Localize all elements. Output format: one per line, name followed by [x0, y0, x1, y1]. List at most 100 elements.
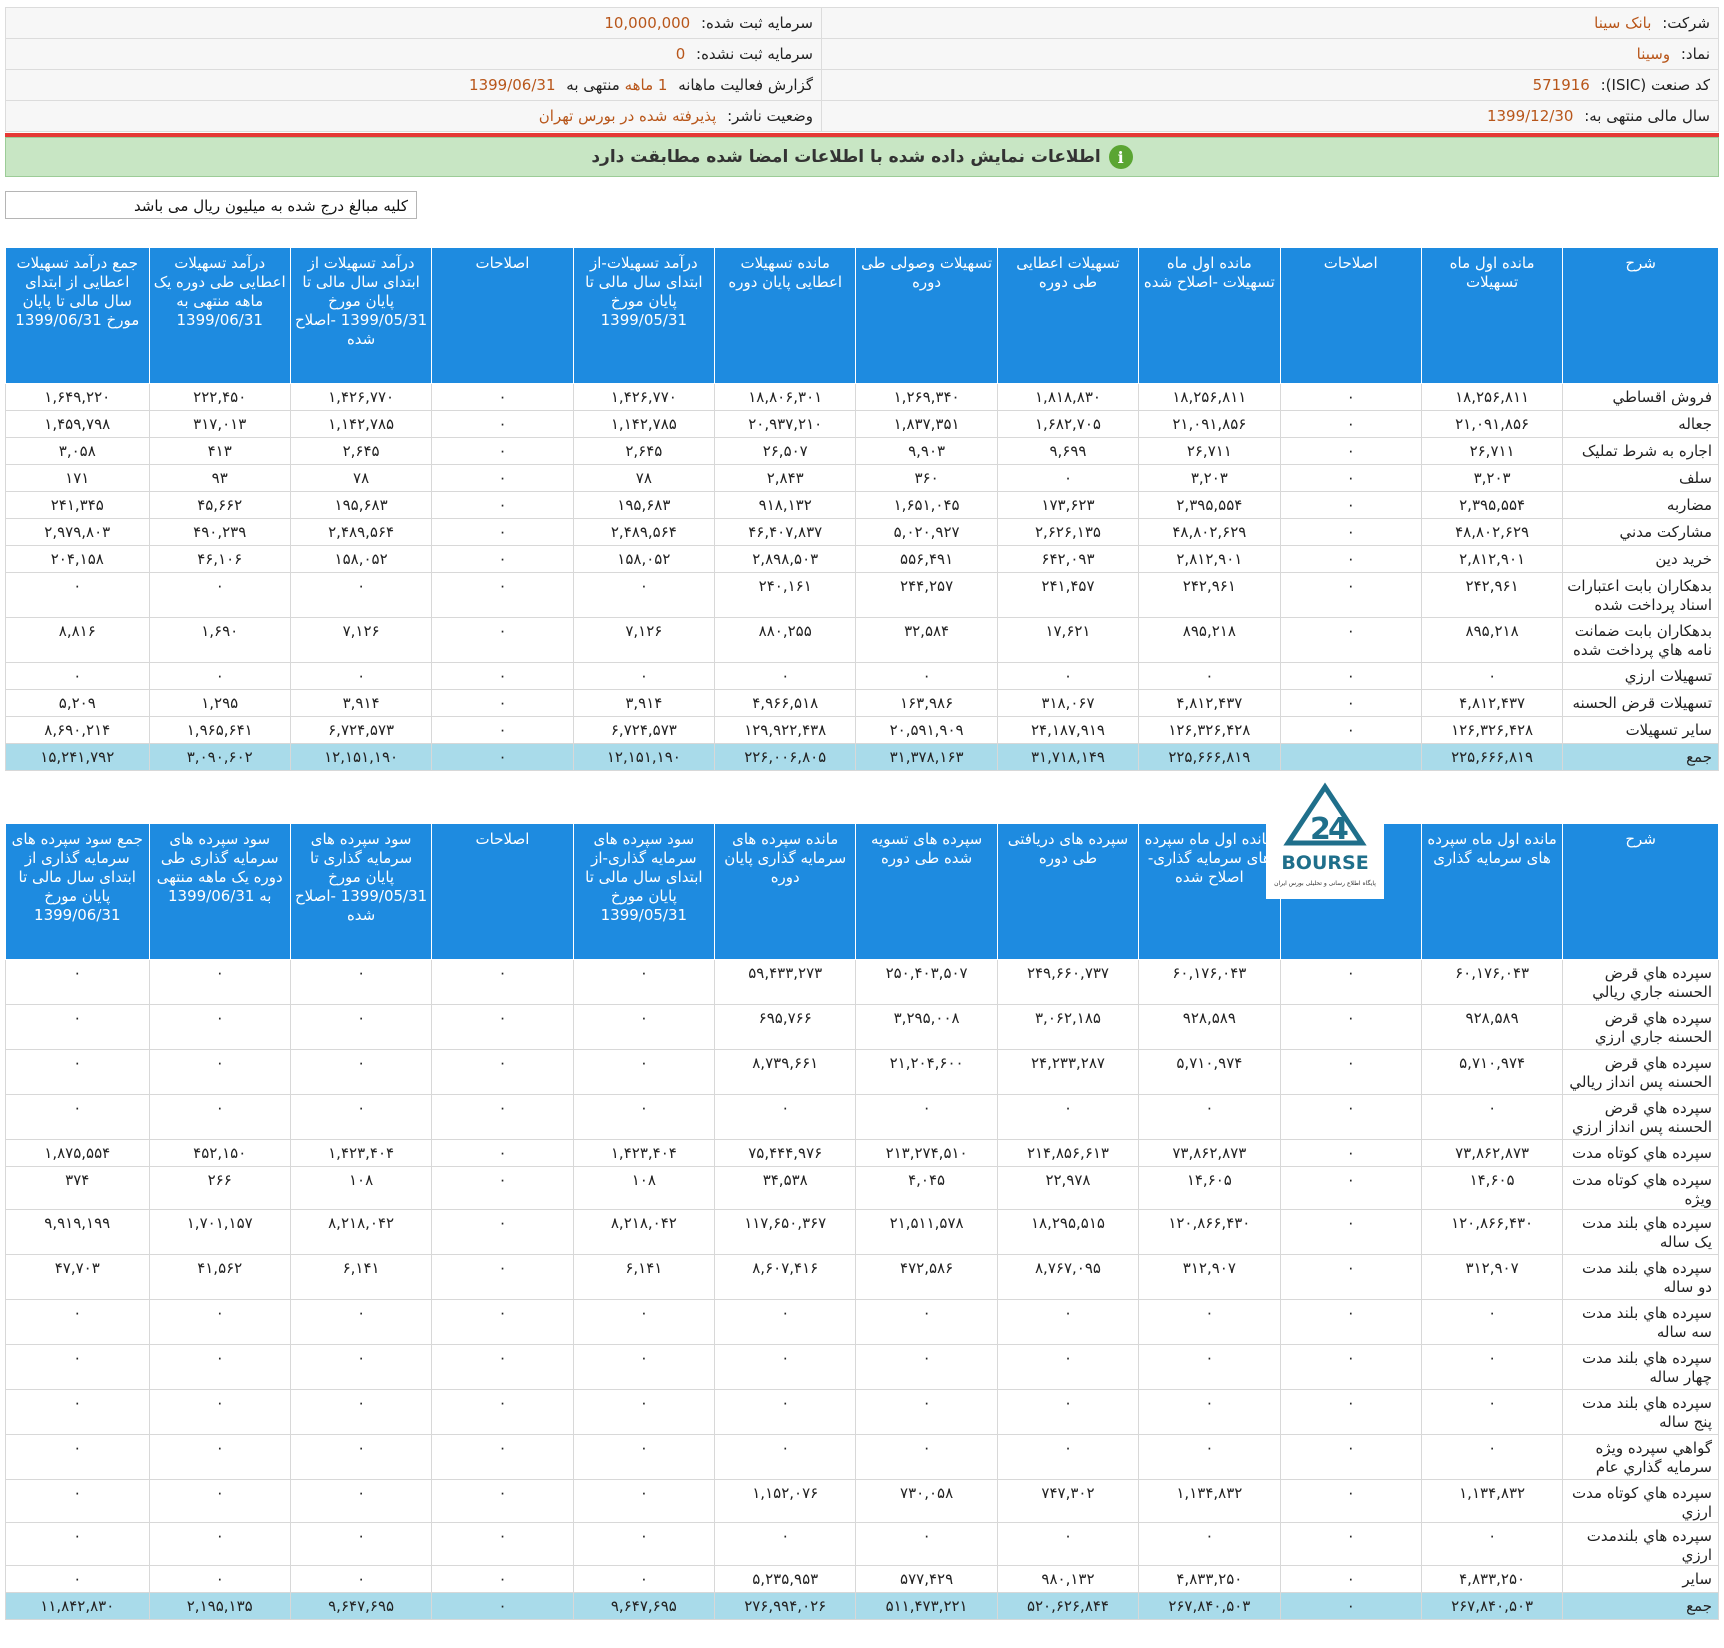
table-cell: ۴۹۰,۲۳۹ [148, 518, 291, 546]
table-cell: ۹,۹۱۹,۱۹۹ [5, 1209, 150, 1255]
table-cell: ۰ [996, 1094, 1140, 1140]
table-cell: ۸,۶۰۷,۴۱۶ [714, 1254, 857, 1300]
deposits-header-8: اصلاحات [431, 823, 574, 960]
table-cell: ۰ [1420, 662, 1564, 690]
table-cell: ۰ [855, 1434, 998, 1480]
table-cell: ۹۲۸,۵۸۹ [1420, 1004, 1564, 1050]
table-cell: ۳۱۲,۹۰۷ [1420, 1254, 1564, 1300]
table-cell: ۱۵۸,۰۵۲ [289, 545, 433, 573]
table-row: سپرده هاي بلندمدت ارزي ۰ ۰ ۰ ۰ ۰ ۰ ۰ ۰ ۰ ۰ ۰ [5, 1522, 1719, 1566]
table-cell: ۰ [1279, 1004, 1422, 1050]
deposits-header-4: سپرده های دریافتی طی دوره [996, 823, 1140, 960]
table-cell: ۰ [148, 1434, 291, 1480]
table-cell: ۰ [289, 1004, 433, 1050]
table-cell: ۲,۹۷۹,۸۰۳ [5, 518, 150, 546]
table-cell: ۰ [1279, 1299, 1422, 1345]
table-cell: ۶,۱۴۱ [289, 1254, 433, 1300]
table-cell: ۰ [714, 662, 857, 690]
table-cell: ۰ [148, 1389, 291, 1435]
table-cell: ۰ [431, 1344, 574, 1390]
table-cell: ۳,۹۱۴ [572, 689, 716, 717]
company-link[interactable]: بانک سینا [1594, 14, 1657, 32]
table-row: فروش اقساطي ۱۸,۲۵۶,۸۱۱ ۰ ۱۸,۲۵۶,۸۱۱ ۱,۸۱۸,۸۳… [5, 383, 1719, 411]
table-cell: ۷۵,۴۴۴,۹۷۶ [714, 1139, 857, 1167]
table-cell: ۰ [431, 1254, 574, 1300]
table-cell: ۱,۱۴۲,۷۸۵ [289, 410, 433, 438]
table-cell: ۰ [431, 572, 574, 618]
table-cell: ۰ [289, 1479, 433, 1523]
table-cell: ۲۶,۵۰۷ [714, 437, 857, 465]
table-row: سپرده هاي قرض الحسنه جاري ارزي ۹۲۸,۵۸۹ ۰ ۹۲… [5, 1004, 1719, 1050]
row-description: ساير تسهيلات [1562, 716, 1719, 744]
table-cell: ۰ [1279, 464, 1422, 492]
table-cell: ۰ [1279, 1166, 1422, 1210]
table-cell: ۰ [431, 491, 574, 519]
verification-text: اطلاعات نمایش داده شده با اطلاعات امضا ش… [591, 147, 1101, 167]
table-cell: ۰ [572, 959, 716, 1005]
table-row: سپرده هاي كوتاه مدت ۷۳,۸۶۲,۸۷۳ ۰ ۷۳,۸۶۲,۸۷۳… [5, 1139, 1719, 1167]
report-page: شرکت: بانک سینا سرمایه ثبت شده: 10,000,0… [5, 7, 1719, 1620]
table-row: سپرده هاي بلند مدت چهار ساله ۰ ۰ ۰ ۰ ۰ ۰ ۰ ۰ ۰ ۰ ۰ [5, 1344, 1719, 1390]
row-description: سپرده هاي قرض الحسنه پس انداز ريالي [1562, 1049, 1719, 1095]
table-cell: ۲۲۲,۴۵۰ [148, 383, 291, 411]
table-cell: ۲,۳۹۵,۵۵۴ [1138, 491, 1281, 519]
table-cell: ۴۵۲,۱۵۰ [148, 1139, 291, 1167]
table-cell: ۱,۷۰۱,۱۵۷ [148, 1209, 291, 1255]
table-cell: ۰ [572, 1522, 716, 1566]
table-cell: ۰ [1279, 617, 1422, 663]
table-row: اجاره به شرط تمليک ۲۶,۷۱۱ ۰ ۲۶,۷۱۱ ۹,۶۹۹ ۹,۹۰… [5, 437, 1719, 465]
verification-banner: i اطلاعات نمایش داده شده با اطلاعات امضا… [5, 137, 1719, 177]
table-cell: ۴۸,۸۰۲,۶۲۹ [1138, 518, 1281, 546]
table-row: سپرده هاي بلند مدت سه ساله ۰ ۰ ۰ ۰ ۰ ۰ ۰ ۰ ۰ ۰ ۰ [5, 1299, 1719, 1345]
table-cell: ۰ [1279, 1254, 1422, 1300]
row-description: مشارکت مدني [1562, 518, 1719, 546]
total-label: جمع [1562, 1592, 1719, 1620]
table-cell: ۲۴۱,۳۴۵ [5, 491, 150, 519]
row-description: خريد دين [1562, 545, 1719, 573]
facilities-header-11: جمع درآمد تسهیلات اعطایی از ابتدای سال م… [5, 247, 150, 384]
row-description: سپرده هاي بلند مدت دو ساله [1562, 1254, 1719, 1300]
table-cell: ۰ [431, 1209, 574, 1255]
table-cell: ۴۷۲,۵۸۶ [855, 1254, 998, 1300]
table-cell: ۵,۷۱۰,۹۷۴ [1138, 1049, 1281, 1095]
publisher-status-cell: وضعیت ناشر: پذیرفته شده در بورس تهران [5, 100, 822, 132]
table-cell: ۰ [1420, 1522, 1564, 1566]
table-cell: ۰ [1279, 1139, 1422, 1167]
table-cell: ۰ [1279, 716, 1422, 744]
capital-cell: سرمایه ثبت شده: 10,000,000 [5, 7, 822, 39]
table-cell: ۰ [572, 1344, 716, 1390]
table-cell: ۲۴۲,۹۶۱ [1138, 572, 1281, 618]
table-cell: ۰ [431, 1299, 574, 1345]
table-cell: ۰ [148, 1479, 291, 1523]
table-cell: ۰ [996, 464, 1140, 492]
symbol-link[interactable]: وسینا [1637, 45, 1676, 63]
table-cell: ۴۱,۵۶۲ [148, 1254, 291, 1300]
table-cell: ۰ [1279, 1522, 1422, 1566]
table-cell: ۶,۱۴۱ [572, 1254, 716, 1300]
total-cell: ۰ [431, 743, 574, 771]
table-cell: ۰ [1279, 491, 1422, 519]
table-row: جعاله ۲۱,۰۹۱,۸۵۶ ۰ ۲۱,۰۹۱,۸۵۶ ۱,۶۸۲,۷۰۵ ۱,۸۳۷… [5, 410, 1719, 438]
table-cell: ۶۰,۱۷۶,۰۴۳ [1138, 959, 1281, 1005]
row-description: سپرده هاي قرض الحسنه جاري ارزي [1562, 1004, 1719, 1050]
table-cell: ۷۸ [572, 464, 716, 492]
table-cell: ۷۳۰,۰۵۸ [855, 1479, 998, 1523]
total-cell: ۹,۶۴۷,۶۹۵ [572, 1592, 716, 1620]
table-cell: ۱,۴۲۶,۷۷۰ [572, 383, 716, 411]
table-cell: ۰ [1279, 959, 1422, 1005]
table-cell: ۱۲۶,۳۲۶,۴۲۸ [1420, 716, 1564, 744]
table-cell: ۰ [855, 1299, 998, 1345]
table-cell: ۳۲,۵۸۴ [855, 617, 998, 663]
table-cell: ۹۸۰,۱۳۲ [996, 1565, 1140, 1593]
table-row: مضاربه ۲,۳۹۵,۵۵۴ ۰ ۲,۳۹۵,۵۵۴ ۱۷۳,۶۲۳ ۱,۶۵۱,۰۴… [5, 491, 1719, 519]
publisher-status: پذیرفته شده در بورس تهران [538, 107, 717, 125]
table-cell: ۱۹۵,۶۸۳ [572, 491, 716, 519]
total-label: جمع [1562, 743, 1719, 771]
table-cell: ۰ [431, 1139, 574, 1167]
table-cell: ۰ [431, 1565, 574, 1593]
total-cell: ۱۲,۱۵۱,۱۹۰ [289, 743, 433, 771]
total-cell: ۵۲۰,۶۲۶,۸۴۴ [996, 1592, 1140, 1620]
row-description: بدهكاران بابت ضمانت نامه هاي پرداخت شده [1562, 617, 1719, 663]
table-cell: ۳۷۴ [5, 1166, 150, 1210]
facilities-header-7: درآمد تسهیلات-از ابتدای سال مالی تا پایا… [572, 247, 716, 384]
